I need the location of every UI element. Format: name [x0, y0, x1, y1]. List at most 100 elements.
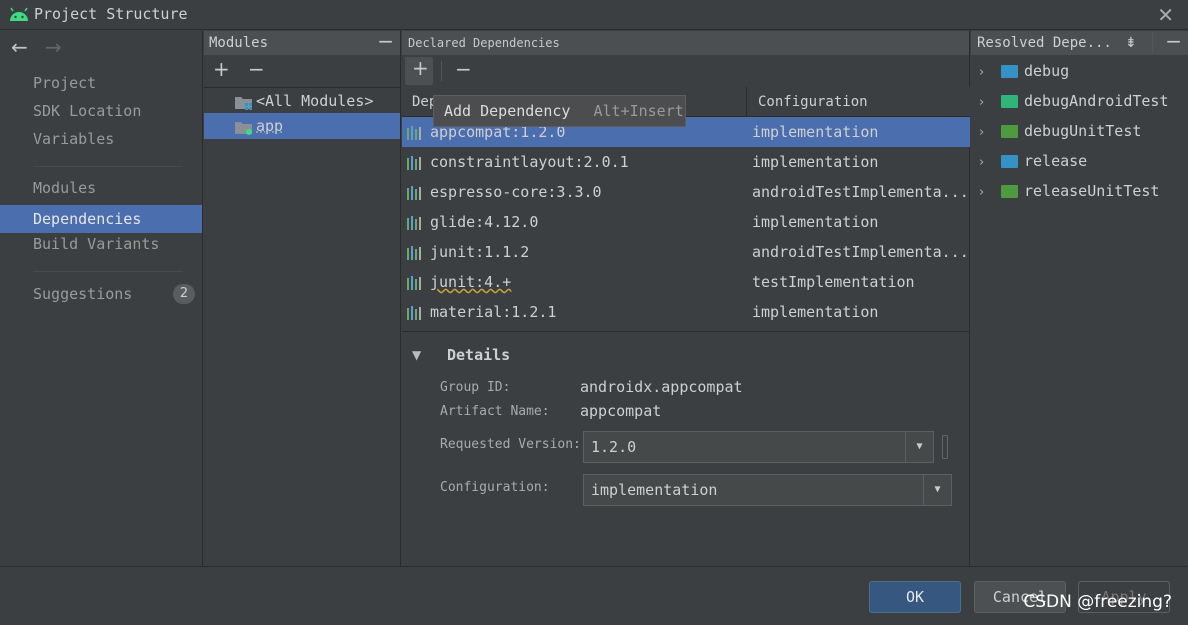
group-id-value: androidx.appcompat — [580, 378, 743, 396]
sidebar-item-project[interactable]: Project — [0, 69, 202, 97]
table-row[interactable]: glide:4.12.0 implementation — [402, 207, 970, 237]
folder-icon — [1001, 125, 1018, 138]
tooltip-shortcut: Alt+Insert — [593, 102, 684, 120]
requested-version-combo[interactable]: 1.2.0 ▼ — [583, 431, 934, 463]
divider — [33, 271, 183, 272]
plus-icon: + — [412, 56, 429, 80]
details-section: ▼ Details Group ID: androidx.appcompat A… — [402, 331, 970, 566]
chevron-right-icon[interactable]: › — [979, 148, 991, 178]
table-row[interactable]: constraintlayout:2.0.1 implementation — [402, 147, 970, 177]
resolved-tree-item-debug-unit-test[interactable]: › debugUnitTest — [971, 116, 1188, 146]
artifact-name-label: Artifact Name: — [440, 404, 550, 419]
sidebar-item-dependencies[interactable]: Dependencies — [0, 205, 202, 233]
declared-dependencies-header: Declared Dependencies — [402, 31, 969, 55]
forward-arrow-icon[interactable]: → — [45, 35, 62, 59]
column-divider — [746, 87, 747, 117]
dependency-config: androidTestImplementa... — [752, 183, 969, 201]
requested-version-value: 1.2.0 — [591, 438, 637, 456]
title-bar: Project Structure ✕ — [0, 0, 1188, 30]
watermark: CSDN @freezing? — [1023, 592, 1172, 612]
resolved-header-label: Resolved Depe... — [977, 35, 1112, 51]
library-icon — [407, 125, 421, 140]
remove-module-icon[interactable]: − — [248, 57, 265, 81]
module-row-all[interactable]: <All Modules> — [204, 88, 400, 114]
tree-item-label: release — [1024, 152, 1088, 170]
configuration-combo[interactable]: implementation ▼ — [583, 474, 952, 506]
sidebar-item-sdk-location[interactable]: SDK Location — [0, 97, 202, 125]
requested-version-label: Requested Version: — [440, 437, 581, 452]
android-icon — [10, 7, 28, 21]
configuration-value: implementation — [591, 481, 718, 499]
sidebar-item-modules[interactable]: Modules — [0, 174, 202, 202]
resolved-dependencies-panel: Resolved Depe... ⇟ − › debug › debugAndroi… — [971, 29, 1188, 566]
chevron-right-icon[interactable]: › — [979, 88, 991, 118]
collapse-all-icon[interactable]: ⇟ — [1125, 31, 1137, 55]
back-arrow-icon[interactable]: ← — [11, 35, 28, 59]
divider — [1152, 33, 1153, 53]
close-icon[interactable]: ✕ — [1157, 3, 1174, 27]
table-row[interactable]: junit:4.+ testImplementation — [402, 267, 970, 297]
dependency-name: constraintlayout:2.0.1 — [430, 153, 629, 171]
modules-header-label: Modules — [209, 35, 269, 51]
resolved-tree-item-debug[interactable]: › debug — [971, 56, 1188, 86]
dependency-name: junit:1.1.2 — [430, 243, 530, 261]
tree-item-label: debugUnitTest — [1024, 122, 1142, 140]
add-module-icon[interactable]: + — [213, 57, 230, 81]
table-row[interactable]: espresso-core:3.3.0 androidTestImplement… — [402, 177, 970, 207]
remove-dependency-icon[interactable]: − — [455, 57, 472, 81]
minimize-icon[interactable]: − — [1165, 29, 1182, 53]
column-header-configuration[interactable]: Configuration — [758, 87, 868, 117]
library-icon — [407, 155, 421, 170]
tooltip-label: Add Dependency — [444, 102, 571, 120]
collapse-details-icon[interactable]: ▼ — [412, 348, 421, 362]
collapse-icon[interactable]: − — [377, 29, 394, 53]
module-row-app[interactable]: app — [204, 113, 400, 139]
ok-button[interactable]: OK — [869, 581, 961, 613]
chevron-down-icon[interactable]: ▼ — [923, 475, 951, 505]
dependency-name: espresso-core:3.3.0 — [430, 183, 602, 201]
library-icon — [407, 305, 421, 320]
resolved-tree-item-release[interactable]: › release — [971, 146, 1188, 176]
library-icon — [407, 245, 421, 260]
module-label: app — [256, 117, 284, 135]
chevron-right-icon[interactable]: › — [979, 178, 991, 208]
dependency-config: implementation — [752, 213, 879, 231]
scroll-handle[interactable] — [942, 435, 948, 459]
resolved-header: Resolved Depe... ⇟ − — [971, 29, 1188, 55]
table-row[interactable]: junit:1.1.2 androidTestImplementa... — [402, 237, 970, 267]
folder-icon — [1001, 155, 1018, 168]
app-module-icon — [235, 121, 252, 135]
chevron-right-icon[interactable]: › — [979, 118, 991, 148]
tree-item-label: debugAndroidTest — [1024, 92, 1169, 110]
window-title: Project Structure — [34, 5, 188, 23]
dependency-config: testImplementation — [752, 273, 915, 291]
tree-item-label: debug — [1024, 62, 1070, 80]
resolved-tree-item-release-unit-test[interactable]: › releaseUnitTest — [971, 176, 1188, 206]
sidebar: ← → Project SDK Location Variables Modul… — [0, 31, 203, 566]
sidebar-item-suggestions[interactable]: Suggestions — [0, 280, 202, 308]
resolved-tree-item-debug-android-test[interactable]: › debugAndroidTest — [971, 86, 1188, 116]
folder-icon — [1001, 95, 1018, 108]
library-icon — [407, 215, 421, 230]
dependency-config: implementation — [752, 153, 879, 171]
chevron-down-icon[interactable]: ▼ — [905, 432, 933, 462]
sidebar-item-build-variants[interactable]: Build Variants — [0, 230, 202, 258]
table-row[interactable]: material:1.2.1 implementation — [402, 297, 970, 327]
dependency-name: junit:4.+ — [430, 273, 512, 291]
library-icon — [407, 275, 421, 290]
divider — [441, 61, 442, 81]
details-title: Details — [447, 346, 511, 364]
library-icon — [407, 185, 421, 200]
dependency-config: implementation — [752, 303, 879, 321]
dialog-footer: OK Cancel Apply — [0, 566, 1188, 625]
chevron-right-icon[interactable]: › — [979, 58, 991, 88]
modules-header: Modules − — [204, 29, 400, 55]
dependency-name: glide:4.12.0 — [430, 213, 539, 231]
folder-icon — [1001, 65, 1018, 78]
modules-folder-icon — [235, 96, 252, 110]
suggestions-count-badge: 2 — [173, 284, 195, 304]
sidebar-item-variables[interactable]: Variables — [0, 125, 202, 153]
modules-panel: Modules − + − <All Modules> app — [204, 29, 401, 566]
group-id-label: Group ID: — [440, 380, 511, 395]
add-dependency-button[interactable]: + — [405, 56, 433, 85]
